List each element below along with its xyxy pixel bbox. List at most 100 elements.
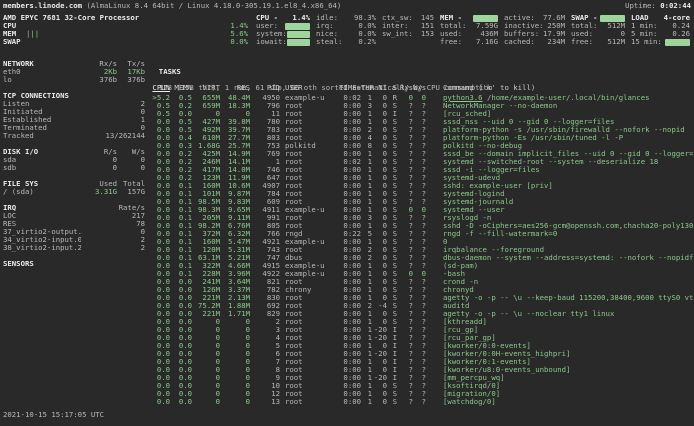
cell-user: example-u <box>280 262 339 270</box>
sidebar-row-value-1 <box>81 228 117 236</box>
column-header-virt[interactable]: VIRT <box>192 84 220 92</box>
cell-user: root <box>280 350 339 358</box>
cell-command: platform-python -s /usr/sbin/firewalld -… <box>426 126 694 134</box>
cell-command: chronyd <box>426 286 694 294</box>
command-args: sssd -i --logger=files <box>443 166 540 174</box>
sidebar-row-name <box>3 252 81 260</box>
sidebar-row: 37_virtio2-output.1 0 <box>3 228 145 236</box>
command-args: [watchdog/0] <box>443 398 496 406</box>
sidebar-row: Initiated 0 <box>3 108 145 116</box>
sidebar: NETWORK Rx/s Tx/s eth0 2Kb 17Kb lo 376b … <box>3 60 145 268</box>
cell-user: example-u <box>280 270 339 278</box>
column-header-state: S <box>387 84 397 92</box>
sidebar-row-name: Tracked <box>3 132 69 140</box>
column-header-pid[interactable]: PID <box>250 84 280 92</box>
cell-user: root <box>280 166 339 174</box>
cell-user: example-u <box>280 206 339 214</box>
command-args: [kworker/0:1-events] <box>443 358 531 366</box>
cell-user: root <box>280 118 339 126</box>
uptime-label: Uptime: <box>625 2 656 10</box>
sidebar-row-name: LOC <box>3 212 81 220</box>
sidebar-row-value-1 <box>81 116 117 124</box>
stat-label: steal: <box>316 38 342 46</box>
command-args: [kworker/0:0-events] <box>443 342 531 350</box>
sidebar-row-name: sdb <box>3 164 81 172</box>
stat-value: 0.2% <box>358 38 376 46</box>
gauge-space <box>39 30 230 38</box>
cell-user: root <box>280 214 339 222</box>
stat-value: 7.16G <box>476 38 498 46</box>
sidebar-row-value-2: 0 <box>117 164 145 172</box>
cell-command: NetworkManager --no-daemon <box>426 102 694 110</box>
process-rows: >5.2 0.5 655M 48.4M 4950 example-u 0:02 … <box>150 94 694 406</box>
stat-cell: 15 min: <box>631 38 690 46</box>
cell-write-rate: ? <box>413 398 426 406</box>
stat-label: cached: <box>504 38 535 46</box>
sidebar-row-name: RES <box>3 220 81 228</box>
sidebar-row: sda 0 0 <box>3 156 145 164</box>
sidebar-row-value-1: 0 <box>81 156 117 164</box>
sidebar-row-value-2 <box>117 260 145 268</box>
column-header-cpu[interactable]: CPU% <box>150 84 170 92</box>
column-header-thr: THR <box>361 84 372 92</box>
command-args: crond -n <box>443 278 478 286</box>
command-args: chronyd <box>443 286 474 294</box>
command-args: /home/example-user/.local/bin/glances <box>483 94 650 102</box>
sidebar-row-name: / (sda) <box>3 188 81 196</box>
stat-cell: iowait: <box>256 38 310 46</box>
gauge-bar: SWAP 0.0% <box>3 38 248 46</box>
sidebar-row <box>3 84 145 92</box>
sidebar-row-name: Listen <box>3 100 81 108</box>
sidebar-row-value-1 <box>81 204 117 212</box>
sidebar-row-value-2: 13/262144 <box>105 132 145 140</box>
cell-command: python3.6 /home/example-user/.local/bin/… <box>426 94 694 102</box>
cell-command: [rcu_par_gp] <box>426 334 694 342</box>
command-args: systemd --switched-root --system --deser… <box>443 158 658 166</box>
command-args: systemd-journald <box>443 198 513 206</box>
sidebar-row: / (sda) 3.31G 157G <box>3 188 145 196</box>
command-args: [rcu_sched] <box>443 110 491 118</box>
cell-command: dbus-daemon --system --address=systemd: … <box>426 254 694 262</box>
column-header-user[interactable]: USER <box>280 84 339 92</box>
cell-command: sssd_be --domain implicit_files --uid 0 … <box>426 150 694 158</box>
sidebar-row-name <box>3 140 81 148</box>
command-args: [mm_percpu_wq] <box>443 374 505 382</box>
cell-command: [kworker/u8:0-events_unbound] <box>426 366 694 374</box>
sidebar-row-name: Initiated <box>3 108 81 116</box>
cell-virt: 0 <box>192 398 220 406</box>
gauge-bar: CPU 1.4% <box>3 22 248 30</box>
cell-command: systemd-udevd <box>426 174 694 182</box>
cell-user: root <box>280 374 339 382</box>
cell-user: root <box>280 222 339 230</box>
sidebar-row: RES 78 <box>3 220 145 228</box>
sidebar-row-value-1 <box>81 220 117 228</box>
command-args: agetty -o -p -- \u --keep-baud 115200,38… <box>443 294 694 302</box>
sidebar-row: IRQ Rate/s <box>3 204 145 212</box>
cell-command: [rcu_gp] <box>426 326 694 334</box>
gauge-space <box>26 22 230 30</box>
cell-user: root <box>280 150 339 158</box>
command-args: systemd-udevd <box>443 174 500 182</box>
stat-value: 512M <box>607 38 625 46</box>
cell-command: [mm_percpu_wq] <box>426 374 694 382</box>
process-row[interactable]: 0.0 0.0 0 0 13 root 0:00 1 0 S ? ? [watc… <box>150 398 694 406</box>
cell-user: root <box>280 294 339 302</box>
column-header-time[interactable]: TIME+ <box>339 84 361 92</box>
stat-label: free: <box>440 38 462 46</box>
cell-command: auditd <box>426 302 694 310</box>
column-header-res[interactable]: RES <box>220 84 250 92</box>
sidebar-row <box>3 140 145 148</box>
stat-value: 153 <box>421 30 434 38</box>
stat-cell: steal: 0.2% <box>316 38 376 46</box>
column-header-mem[interactable]: MEM% <box>170 84 192 92</box>
cell-user: root <box>280 182 339 190</box>
command-args: 0 <box>443 238 447 246</box>
sidebar-row: LOC 217 <box>3 212 145 220</box>
sidebar-row-value-1 <box>81 92 117 100</box>
cell-user: root <box>280 326 339 334</box>
cell-command: irqbalance --foreground <box>426 246 694 254</box>
cell-command: (sd-pam) <box>426 262 694 270</box>
cell-command: rngd -f --fill-watermark=0 <box>426 230 694 238</box>
cell-cpu-percent: 0.0 <box>150 398 170 406</box>
sidebar-row-value-1: R/s <box>81 148 117 156</box>
